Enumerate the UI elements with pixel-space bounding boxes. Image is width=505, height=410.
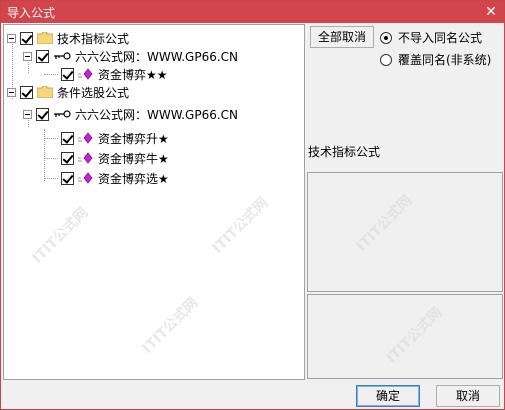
formula-label: 资金博弈★★	[98, 67, 168, 82]
import-formula-dialog: 导入公式 ✕ 技术指标公式 六六公式网：WWW.GP66.CN 资金博弈★★ 条…	[0, 0, 505, 410]
tree-group-stock-selection[interactable]: 条件选股公式	[7, 83, 129, 101]
key-icon	[53, 50, 71, 62]
formula-icon	[78, 172, 94, 184]
radio-no-import[interactable]: 不导入同名公式	[380, 29, 482, 46]
folder-icon	[37, 86, 53, 98]
uncheck-all-button[interactable]: 全部取消	[310, 26, 374, 48]
tree-formula-item[interactable]: 资金博弈升★	[61, 129, 169, 147]
formula-icon	[78, 132, 94, 144]
collapse-icon[interactable]	[7, 87, 16, 97]
watermark: ITIT公式网	[383, 304, 446, 367]
tree-connector	[44, 138, 58, 139]
source-checkbox[interactable]	[36, 49, 49, 63]
key-icon	[53, 108, 71, 120]
formula-checkbox[interactable]	[61, 131, 74, 145]
tree-source-node[interactable]: 六六公式网：WWW.GP66.CN	[23, 47, 238, 65]
options-pane: 全部取消 不导入同名公式 覆盖同名(非系统) 技术指标公式 ITIT公式网 IT…	[306, 24, 504, 380]
tree-connector	[44, 178, 58, 179]
group-checkbox[interactable]	[20, 85, 33, 99]
close-icon[interactable]: ✕	[482, 3, 500, 21]
radio-button[interactable]	[380, 31, 392, 44]
formula-tree[interactable]: 技术指标公式 六六公式网：WWW.GP66.CN 资金博弈★★ 条件选股公式 六…	[3, 24, 305, 380]
group-checkbox[interactable]	[20, 31, 33, 45]
watermark: ITIT公式网	[353, 192, 416, 255]
formula-checkbox[interactable]	[61, 171, 74, 185]
tree-formula-item[interactable]: 资金博弈选★	[61, 169, 169, 187]
folder-icon	[37, 32, 53, 44]
watermark: ITIT公式网	[139, 294, 202, 357]
formula-type-label: 技术指标公式	[308, 145, 381, 159]
tree-source-node[interactable]: 六六公式网：WWW.GP66.CN	[23, 105, 238, 123]
dialog-button-bar: 确定 取消	[3, 381, 504, 409]
formula-label: 资金博弈选★	[98, 171, 169, 186]
tree-formula-item[interactable]: 资金博弈★★	[61, 65, 168, 83]
radio-overwrite[interactable]: 覆盖同名(非系统)	[380, 51, 491, 68]
watermark: ITIT公式网	[209, 194, 272, 257]
radio-label: 覆盖同名(非系统)	[398, 53, 492, 67]
ok-button[interactable]: 确定	[356, 385, 420, 407]
collapse-icon[interactable]	[23, 109, 32, 119]
source-label: 六六公式网：WWW.GP66.CN	[75, 49, 239, 64]
formula-icon	[78, 68, 94, 80]
formula-description-box: ITIT公式网	[307, 294, 503, 379]
radio-label: 不导入同名公式	[398, 31, 483, 45]
watermark: ITIT公式网	[29, 204, 92, 267]
tree-group-technical[interactable]: 技术指标公式	[7, 29, 129, 47]
tree-connector	[44, 158, 58, 159]
group-label: 条件选股公式	[57, 85, 130, 100]
tree-connector	[44, 74, 58, 75]
formula-checkbox[interactable]	[61, 67, 74, 81]
cancel-button[interactable]: 取消	[436, 385, 500, 407]
formula-info-box: ITIT公式网	[307, 172, 503, 292]
tree-connector	[44, 129, 45, 181]
radio-button[interactable]	[380, 53, 392, 66]
tree-formula-item[interactable]: 资金博弈牛★	[61, 149, 169, 167]
formula-label: 资金博弈升★	[98, 131, 169, 146]
collapse-icon[interactable]	[7, 33, 16, 43]
source-label: 六六公式网：WWW.GP66.CN	[75, 107, 239, 122]
formula-checkbox[interactable]	[61, 151, 74, 165]
group-label: 技术指标公式	[57, 31, 130, 46]
dialog-title: 导入公式	[7, 6, 56, 20]
collapse-icon[interactable]	[23, 51, 32, 61]
source-checkbox[interactable]	[36, 107, 49, 121]
title-bar: 导入公式 ✕	[1, 1, 504, 23]
formula-icon	[78, 152, 94, 164]
formula-label: 资金博弈牛★	[98, 151, 169, 166]
